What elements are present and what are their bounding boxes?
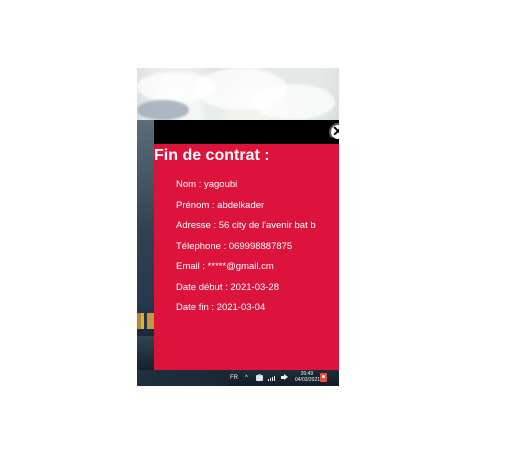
modal-title: Fin de contrat : [154,147,270,164]
taskbar-clock[interactable]: 20:49 04/03/2021 [295,371,321,383]
detail-adresse: Adresse : 56 city de l'avenir bat b [176,220,316,231]
signal-icon[interactable] [268,375,276,381]
contract-end-modal: ✕ Fin de contrat : Nom : yagoubi Prénom … [154,120,339,370]
detail-email: Email : *****@gmail.cm [176,261,274,272]
cloud-shape [137,100,189,120]
windows-taskbar: FR ^ 20:49 04/03/2021 [137,370,339,386]
signal-bar [274,376,275,381]
signal-bar [272,377,273,381]
detail-date-fin: Date fin : 2021-03-04 [176,302,266,313]
taskbar-date: 04/03/2021 [295,377,321,383]
contract-details-list: Nom : yagoubi Prénom : abdelkader Adress… [176,175,338,319]
detail-telephone: Télephone : 069998887875 [176,240,293,252]
language-indicator[interactable]: FR [230,370,238,386]
page-canvas: ✕ Fin de contrat : Nom : yagoubi Prénom … [0,0,508,457]
modal-titlebar [154,120,339,144]
signal-bar [270,378,271,381]
detail-prenom: Prénom : abdelkader [176,199,265,211]
close-icon: ✕ [332,123,339,139]
detail-date-debut: Date début : 2021-03-28 [176,281,279,293]
detail-nom: Nom : yagoubi [176,179,238,190]
signal-bar [268,379,269,381]
taskbar-background [137,370,229,386]
background-city-strip [137,120,154,386]
speaker-icon[interactable] [281,374,288,381]
chevron-up-icon[interactable]: ^ [245,370,248,386]
network-icon[interactable] [256,374,264,381]
cloud-shape [253,84,335,120]
desktop-screenshot: ✕ Fin de contrat : Nom : yagoubi Prénom … [137,68,339,386]
notification-icon[interactable] [320,373,327,382]
